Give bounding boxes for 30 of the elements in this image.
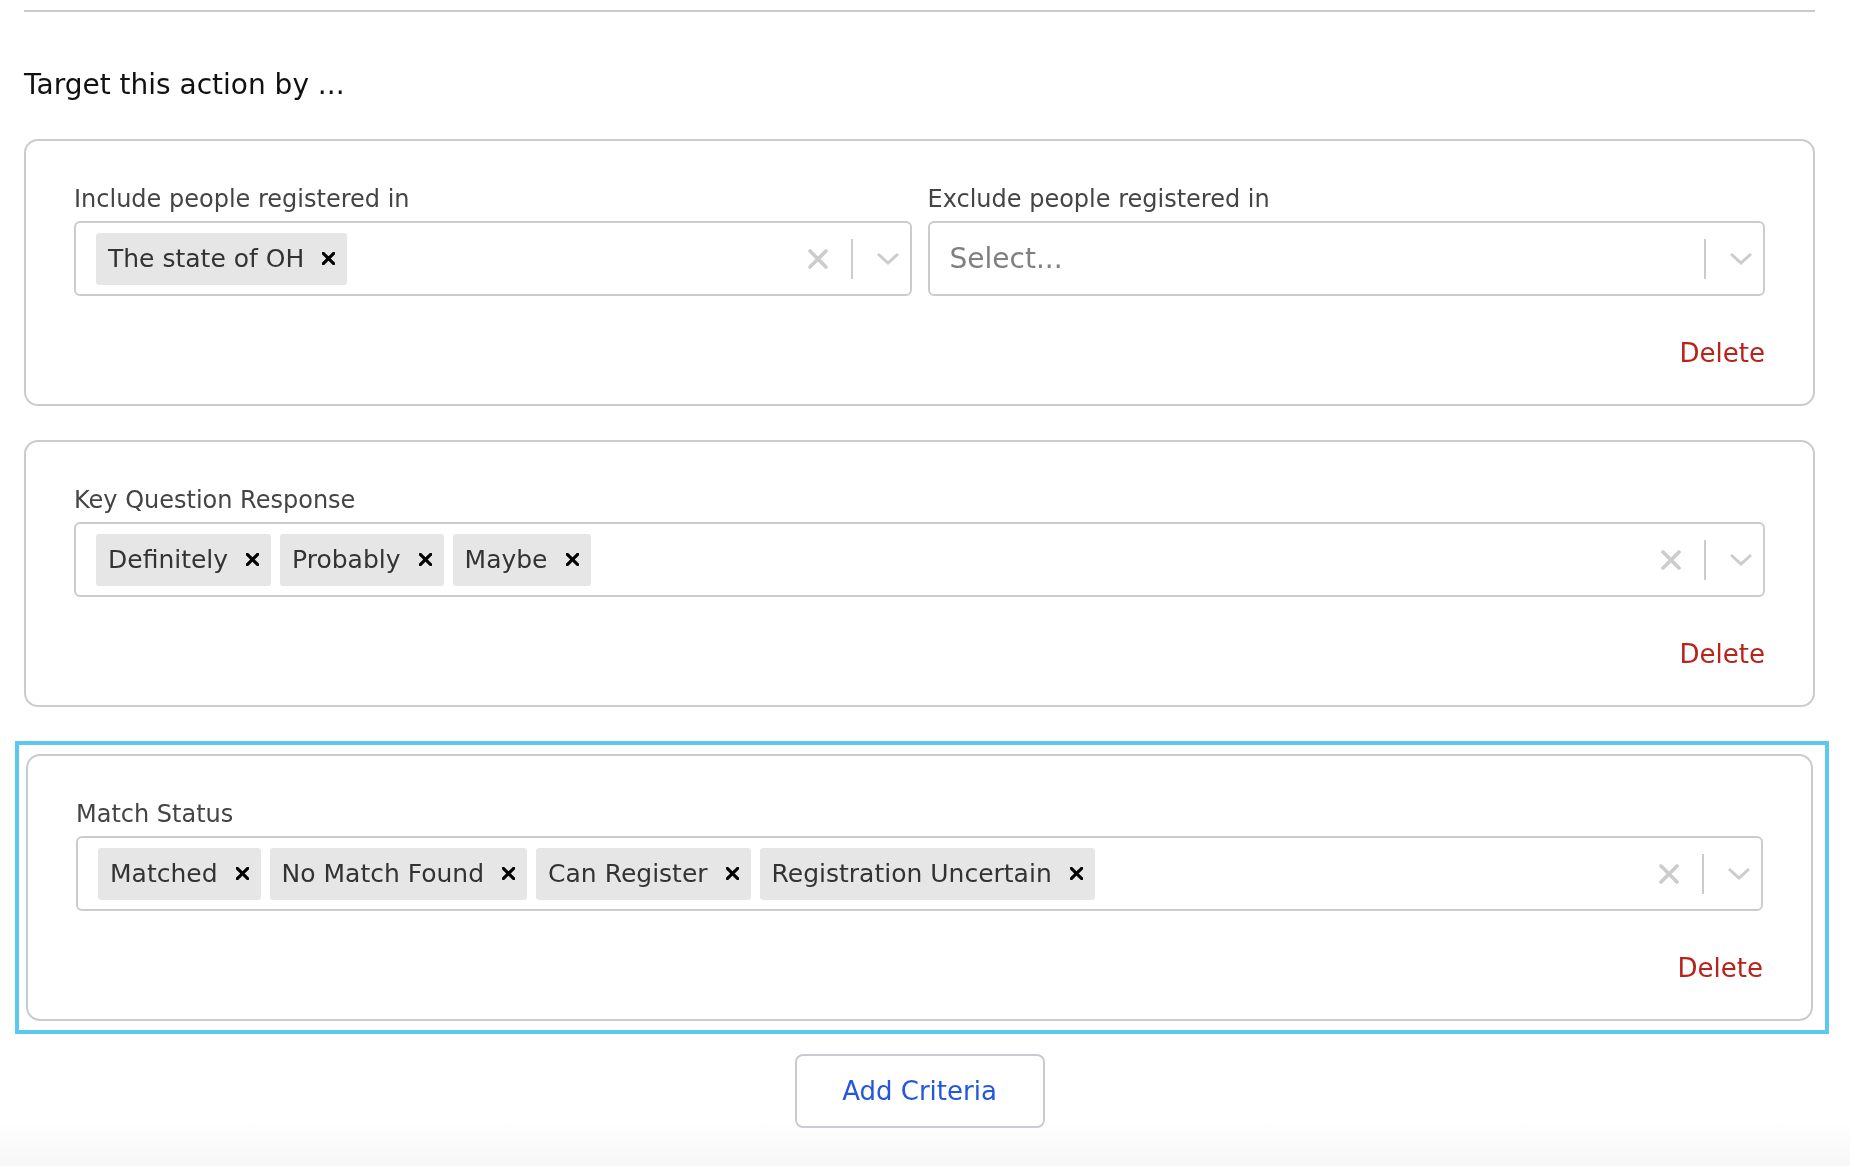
remove-icon[interactable]	[565, 553, 579, 566]
multi-select-field[interactable]: Definitely Probably Maybe	[74, 522, 1765, 597]
delete-link[interactable]: Delete	[1679, 639, 1765, 669]
multi-select-field[interactable]: The state of OH	[74, 221, 912, 296]
remove-icon[interactable]	[725, 867, 739, 880]
remove-icon[interactable]	[418, 553, 432, 566]
tag-label: No Match Found	[281, 859, 485, 888]
remove-icon[interactable]	[235, 867, 249, 880]
tag-label: Can Register	[548, 859, 708, 888]
add-criteria-button[interactable]: Add Criteria	[794, 1054, 1045, 1128]
tag-label: Matched	[110, 859, 218, 888]
tag-label: Maybe	[464, 545, 548, 574]
field-label: Match Status	[76, 800, 235, 828]
select-placeholder: Select...	[949, 242, 1064, 275]
remove-icon[interactable]	[1069, 867, 1083, 880]
tag-label: Probably	[292, 545, 401, 574]
field-label: Key Question Response	[74, 486, 357, 514]
field-label: Include people registered in	[74, 185, 411, 213]
field-label: Exclude people registered in	[927, 185, 1271, 213]
section-heading: Target this action by ...	[24, 68, 346, 101]
tag-label: Registration Uncertain	[771, 859, 1052, 888]
remove-icon[interactable]	[322, 252, 336, 265]
multi-select-field[interactable]: Select...	[927, 221, 1765, 296]
remove-icon[interactable]	[502, 867, 516, 880]
delete-link[interactable]: Delete	[1677, 953, 1763, 983]
delete-link[interactable]: Delete	[1679, 338, 1765, 368]
multi-select-field[interactable]: Matched No Match Found Can Register Registration Uncertain	[76, 836, 1763, 911]
remove-icon[interactable]	[246, 553, 260, 566]
tag-label: Definitely	[108, 545, 229, 574]
tag-label: The state of OH	[108, 244, 305, 273]
